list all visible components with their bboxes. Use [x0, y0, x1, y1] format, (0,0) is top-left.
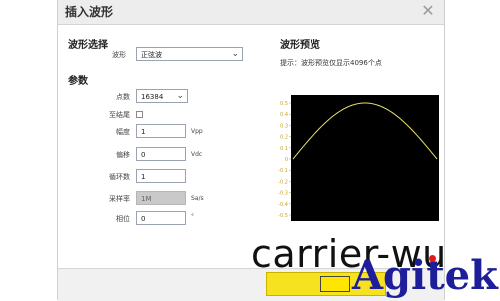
chevron-down-icon: ⌄ [176, 91, 184, 101]
logo-badge [320, 276, 350, 292]
chevron-down-icon: ⌄ [231, 49, 239, 59]
y-tick-label: -0.5 [278, 213, 288, 219]
phase-unit: ° [191, 213, 194, 220]
sample-rate-unit: Sa/s [191, 195, 204, 202]
y-tick-label: -0.3 [278, 191, 288, 197]
preview-title: 波形预览 [280, 40, 320, 51]
logo-dot [429, 255, 436, 262]
close-icon[interactable]: ✕ [420, 2, 436, 20]
y-tick-label: 0.2 [280, 135, 288, 141]
waveform-select-title: 波形选择 [68, 40, 108, 51]
preview-hint: 提示：波形预览仅显示4096个点 [280, 59, 382, 67]
title-bar: 插入波形 ✕ [58, 0, 444, 25]
cycles-label: 循环数 [109, 173, 130, 181]
phase-label: 相位 [116, 215, 130, 223]
y-tick-label: 0.5 [280, 101, 288, 107]
amplitude-input[interactable]: 1 [136, 124, 186, 138]
points-label: 点数 [116, 93, 130, 101]
y-tick-label: 0.4 [280, 112, 288, 118]
offset-label: 偏移 [116, 151, 130, 159]
cycles-input[interactable]: 1 [136, 169, 186, 183]
waveform-preview-chart: 0.5 0.4 0.3 0.2 0.1 0 -0.1 -0.2 -0.3 -0.4 -0.5 [278, 95, 439, 221]
points-select[interactable]: 16384 ⌄ [136, 89, 188, 103]
sample-rate-label: 采样率 [109, 195, 130, 203]
phase-input[interactable]: 0 [136, 211, 186, 225]
watermark-logo: Agitek [352, 252, 498, 299]
points-select-value: 16384 [141, 93, 164, 101]
sample-rate-input: 1M [136, 191, 186, 205]
dialog-title: 插入波形 [65, 5, 114, 19]
waveform-select[interactable]: 正弦波 ⌄ [136, 47, 243, 61]
y-tick-label: -0.4 [278, 202, 288, 208]
to-end-checkbox[interactable] [136, 111, 143, 118]
waveform-label: 波形 [112, 51, 126, 59]
y-tick-label: 0.1 [280, 146, 288, 152]
params-title: 参数 [68, 76, 88, 87]
chart-plot-area [291, 95, 439, 221]
amplitude-label: 幅度 [116, 128, 130, 136]
amplitude-unit: Vpp [191, 128, 203, 135]
offset-input[interactable]: 0 [136, 147, 186, 161]
y-axis-ticks: 0.5 0.4 0.3 0.2 0.1 0 -0.1 -0.2 -0.3 -0.4 -0.5 [278, 101, 291, 219]
waveform-select-value: 正弦波 [141, 51, 162, 59]
offset-unit: Vdc [191, 151, 203, 158]
y-tick-label: -0.2 [278, 179, 288, 185]
to-end-label: 至结尾 [109, 111, 130, 119]
y-tick-label: -0.1 [278, 168, 288, 174]
y-tick-label: 0 [285, 157, 288, 163]
y-tick-label: 0.3 [280, 123, 288, 129]
